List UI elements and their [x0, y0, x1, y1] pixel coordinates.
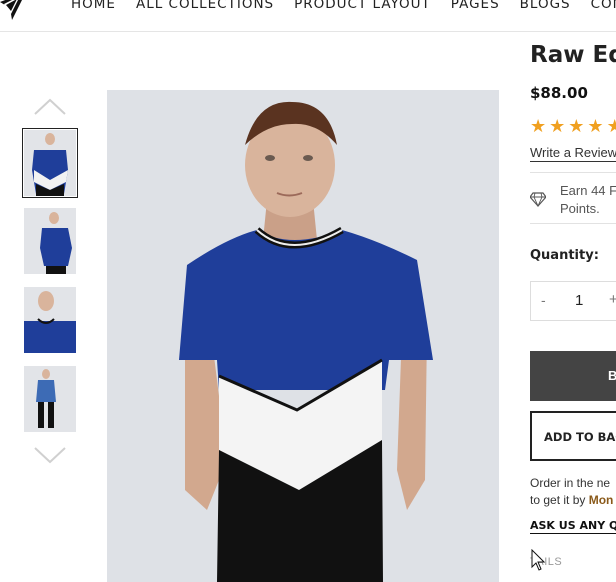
- site-header: HOME ALL COLLECTIONS PRODUCT LAYOUT PAGE…: [0, 0, 616, 32]
- rating-stars[interactable]: ★ ★ ★ ★ ★: [530, 117, 616, 135]
- delivery-day: Mon: [588, 493, 614, 507]
- diamond-icon: [530, 192, 546, 207]
- product-price: $88.00: [530, 84, 588, 102]
- ask-question-link[interactable]: ASK US ANY QU: [530, 519, 616, 534]
- thumbnail-3[interactable]: [24, 287, 76, 353]
- star-icon: ★: [587, 116, 604, 136]
- mouse-cursor-icon: [531, 549, 545, 571]
- add-to-bag-label: ADD TO BAG: [544, 430, 616, 444]
- delivery-line-1: Order in the ne: [530, 476, 611, 490]
- quantity-stepper: - 1 +: [530, 281, 616, 321]
- buy-now-button[interactable]: B: [530, 351, 616, 401]
- thumbnail-prev-icon[interactable]: [33, 96, 67, 116]
- add-to-bag-button[interactable]: ADD TO BAG: [530, 411, 616, 461]
- write-review-link[interactable]: Write a Review: [530, 145, 616, 162]
- quantity-label: Quantity:: [530, 248, 599, 263]
- nav-home[interactable]: HOME: [71, 0, 116, 14]
- star-icon: ★: [549, 116, 566, 136]
- thumbnail-next-icon[interactable]: [33, 446, 67, 466]
- quantity-increase-button[interactable]: +: [609, 291, 616, 308]
- brand-logo[interactable]: [0, 0, 26, 20]
- reward-points-line-1: Earn 44 F: [560, 183, 616, 198]
- nav-all-collections[interactable]: ALL COLLECTIONS: [136, 0, 274, 14]
- star-icon: ★: [568, 116, 585, 136]
- thumbnail-1[interactable]: [22, 128, 78, 198]
- reward-points-line-2: Points.: [560, 201, 600, 216]
- buy-now-label: B: [608, 368, 616, 383]
- nav-pages[interactable]: PAGES: [451, 0, 500, 14]
- quantity-decrease-button[interactable]: -: [541, 292, 546, 308]
- delivery-estimate: Order in the ne to get it by Mon: [530, 475, 613, 509]
- reward-points-text: Earn 44 F Points.: [560, 182, 616, 218]
- star-icon: ★: [530, 116, 547, 136]
- product-title: Raw Ed: [530, 42, 616, 68]
- main-product-image[interactable]: [107, 90, 499, 582]
- reward-points-box: Earn 44 F Points.: [530, 172, 616, 224]
- nav-contact[interactable]: CON: [591, 0, 616, 14]
- nav-blogs[interactable]: BLOGS: [520, 0, 571, 14]
- thumbnail-2[interactable]: [24, 208, 76, 274]
- star-icon: ★: [606, 116, 616, 136]
- nav-product-layout[interactable]: PRODUCT LAYOUT: [294, 0, 431, 14]
- main-nav: HOME ALL COLLECTIONS PRODUCT LAYOUT PAGE…: [71, 0, 616, 14]
- delivery-line-2: to get it by Mon: [530, 492, 613, 509]
- quantity-input[interactable]: 1: [575, 292, 583, 309]
- delivery-line-2-prefix: to get it by: [530, 493, 589, 507]
- thumbnail-4[interactable]: [24, 366, 76, 432]
